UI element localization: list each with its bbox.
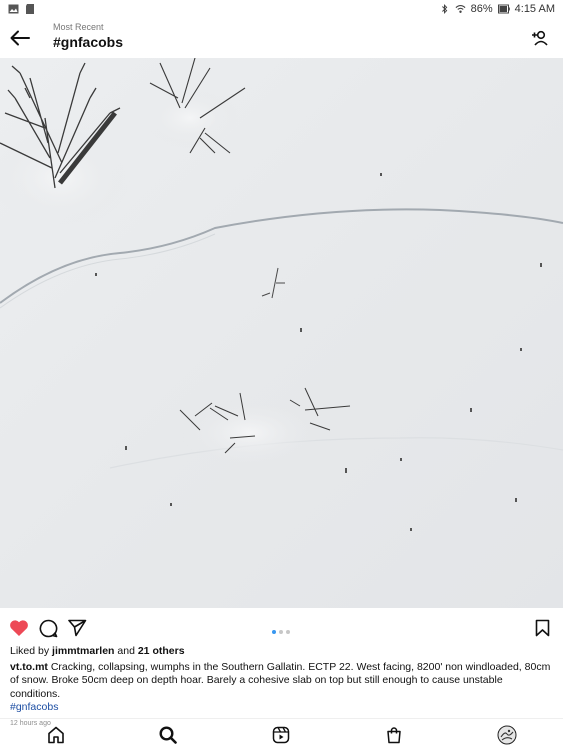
caption-text: Cracking, collapsing, wumphs in the Sout…: [10, 660, 551, 700]
carousel-dot: [286, 630, 290, 634]
comment-button[interactable]: [37, 618, 59, 638]
carousel-indicator: [272, 630, 290, 634]
add-person-icon: [532, 30, 548, 46]
arrow-left-icon: [10, 30, 30, 46]
likes-prefix: Liked by: [10, 645, 50, 657]
carousel-dot: [272, 630, 276, 634]
tab-profile[interactable]: [497, 725, 517, 745]
likes-others-link[interactable]: 21 others: [138, 645, 185, 657]
bottom-tab-bar: [0, 718, 563, 750]
reels-icon: [272, 726, 290, 744]
tab-reels[interactable]: [271, 725, 291, 745]
shop-icon: [387, 727, 401, 744]
battery-icon: [497, 4, 510, 14]
bluetooth-icon: [441, 4, 447, 14]
tab-home[interactable]: [46, 725, 66, 745]
post-caption: vt.to.mt Cracking, collapsing, wumphs in…: [10, 661, 555, 715]
post-actions: [0, 608, 563, 644]
share-icon: [67, 619, 86, 637]
home-icon: [48, 726, 64, 744]
heart-icon: [10, 620, 28, 636]
status-bar: 86% 4:15 AM: [0, 0, 563, 18]
likes-and: and: [117, 645, 135, 657]
search-icon: [159, 726, 177, 744]
gallery-icon: [8, 4, 19, 14]
wifi-icon: [455, 4, 466, 13]
bookmark-icon: [535, 619, 549, 637]
carousel-dot: [279, 630, 283, 634]
battery-percent: 86%: [470, 3, 493, 15]
follow-hashtag-button[interactable]: [529, 27, 551, 49]
post-photo[interactable]: [0, 58, 563, 608]
like-button[interactable]: [8, 618, 30, 638]
save-button[interactable]: [531, 618, 553, 638]
likes-summary: Liked by jimmtmarlen and 21 others: [10, 645, 555, 659]
comment-icon: [39, 619, 57, 637]
snow-photo: [0, 58, 563, 608]
author-username[interactable]: vt.to.mt: [10, 661, 48, 673]
clock: 4:15 AM: [514, 3, 555, 15]
profile-avatar: [497, 725, 517, 745]
sd-card-icon: [26, 4, 34, 14]
liker-username[interactable]: jimmtmarlen: [52, 645, 114, 657]
tab-shop[interactable]: [384, 725, 404, 745]
share-button[interactable]: [66, 618, 88, 638]
back-button[interactable]: [8, 26, 32, 50]
hashtag-header: Most Recent #gnfacobs: [0, 18, 563, 58]
page-title: #gnfacobs: [53, 34, 124, 50]
caption-hashtag[interactable]: #gnfacobs: [10, 701, 58, 713]
tab-search[interactable]: [158, 725, 178, 745]
header-subtitle: Most Recent: [53, 22, 104, 32]
